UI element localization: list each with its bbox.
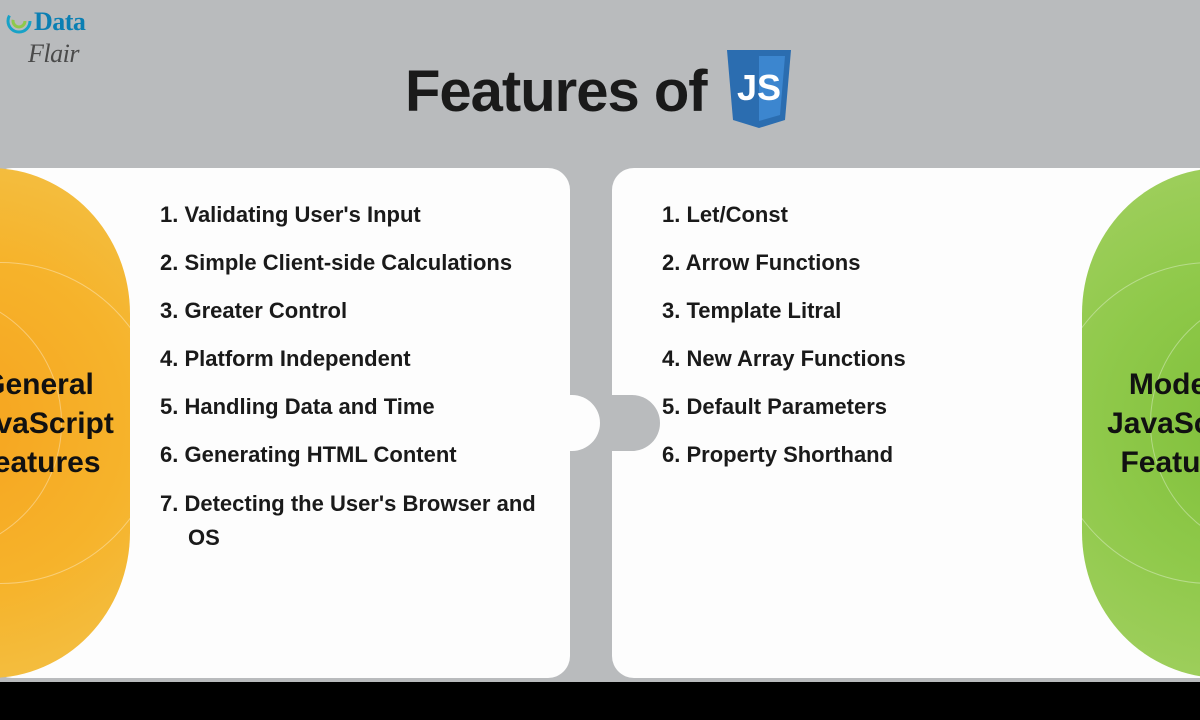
- modern-feature-item: Property Shorthand: [662, 438, 1062, 472]
- general-features-heading: GeneralJavaScriptFeatures: [0, 365, 114, 482]
- panels-row: GeneralJavaScriptFeatures Validating Use…: [0, 168, 1200, 678]
- bottom-bar: [0, 682, 1200, 720]
- general-features-panel: GeneralJavaScriptFeatures Validating Use…: [0, 168, 570, 678]
- general-feature-item: Handling Data and Time: [160, 390, 550, 424]
- general-feature-item: Greater Control: [160, 294, 550, 328]
- modern-features-heading: ModernJavaScriptFeatures: [1107, 365, 1200, 482]
- general-feature-item: Detecting the User's Browser and OS: [160, 487, 550, 555]
- puzzle-tab-out-icon: [550, 395, 600, 451]
- page-title: Features of: [405, 58, 707, 125]
- page-title-row: Features of JS: [0, 48, 1200, 135]
- general-feature-item: Simple Client-side Calculations: [160, 246, 550, 280]
- svg-text:JS: JS: [737, 67, 781, 108]
- modern-feature-item: Template Litral: [662, 294, 1062, 328]
- general-features-list: Validating User's Input Simple Client-sid…: [130, 168, 570, 678]
- general-feature-item: Platform Independent: [160, 342, 550, 376]
- general-features-cap: GeneralJavaScriptFeatures: [0, 168, 130, 678]
- modern-features-cap: ModernJavaScriptFeatures: [1082, 168, 1200, 678]
- brand-swirl-icon: [6, 8, 32, 39]
- modern-feature-item: Default Parameters: [662, 390, 1062, 424]
- modern-feature-item: Let/Const: [662, 198, 1062, 232]
- modern-feature-item: Arrow Functions: [662, 246, 1062, 280]
- general-feature-item: Generating HTML Content: [160, 438, 550, 472]
- modern-feature-item: New Array Functions: [662, 342, 1062, 376]
- js-logo-icon: JS: [723, 48, 795, 135]
- modern-features-list: Let/Const Arrow Functions Template Litral N…: [612, 168, 1082, 678]
- brand-text-left: Data: [34, 7, 85, 36]
- general-feature-item: Validating User's Input: [160, 198, 550, 232]
- modern-features-panel: Let/Const Arrow Functions Template Litral N…: [612, 168, 1200, 678]
